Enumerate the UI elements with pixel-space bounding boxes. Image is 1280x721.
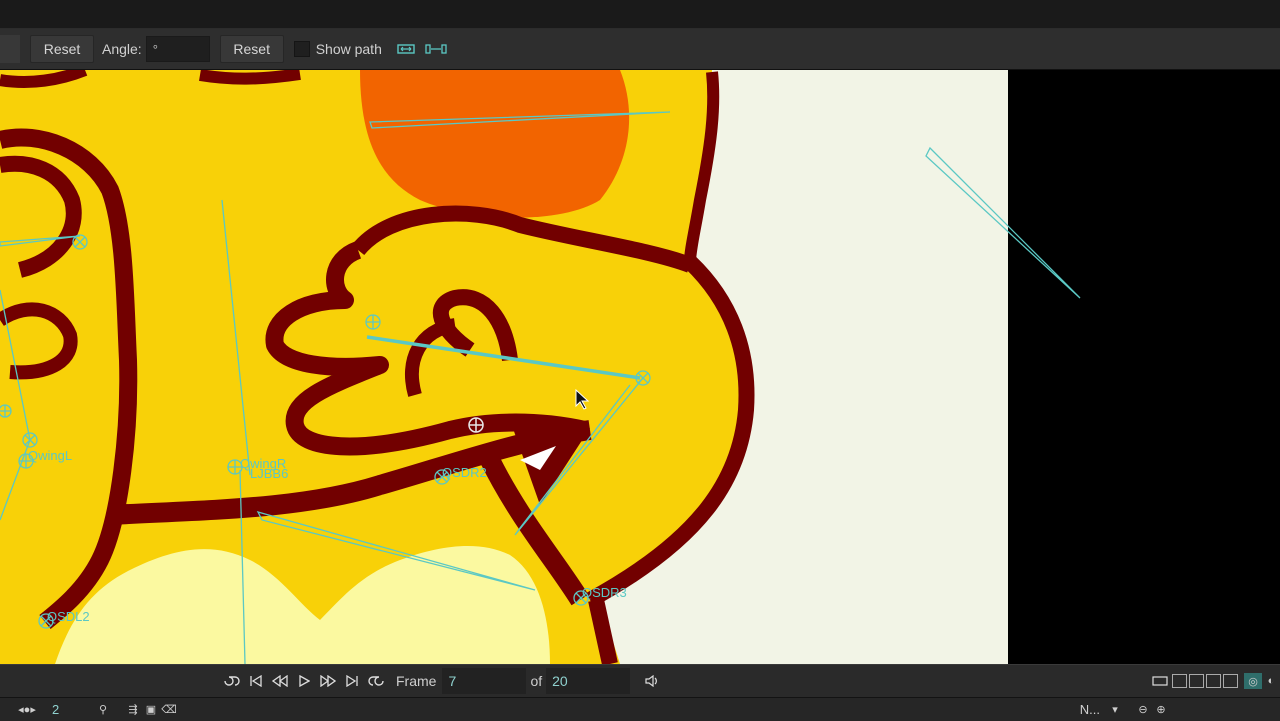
frame-label: Frame: [396, 673, 437, 689]
sound-icon[interactable]: [640, 670, 664, 692]
title-strip: [0, 0, 1280, 29]
bottom-toolbar: ◂●▸ 2 ⚲ ⇶ ▣ ⌫ N... ▾ ⊖ ⊕: [0, 697, 1280, 721]
playback-bar: Frame 7 of 20 ◎ ◐: [0, 664, 1280, 697]
bone-label-qsdr2: QSDR2: [442, 465, 487, 480]
collapsed-control[interactable]: [0, 35, 20, 63]
frame-input[interactable]: 7: [442, 668, 527, 694]
light-table-icon[interactable]: ◐: [1262, 673, 1280, 689]
first-frame-icon[interactable]: [244, 670, 268, 692]
character-artwork: QwingL QwingR LJBB6 QSDR2 QSDR3 QSDL2: [0, 70, 1280, 664]
loop-icon[interactable]: [220, 670, 244, 692]
show-path-checkbox[interactable]: [293, 41, 310, 57]
view-mode-select[interactable]: N...: [1080, 702, 1100, 717]
reset-button-2[interactable]: Reset: [219, 35, 284, 63]
quad-view-icon[interactable]: [1223, 674, 1238, 688]
bone-label-qsdl2: QSDL2: [47, 609, 90, 624]
single-view-icon[interactable]: [1172, 674, 1187, 688]
onion-count[interactable]: 2: [52, 702, 82, 717]
bone-tool-icon[interactable]: ⚲: [94, 702, 112, 718]
bone-label-ljbb6: LJBB6: [250, 466, 288, 481]
remove-key-icon[interactable]: ⌫: [160, 702, 178, 718]
path-align-icon[interactable]: [424, 38, 448, 60]
reset-button-1[interactable]: Reset: [30, 35, 94, 63]
split-view-icon[interactable]: [1189, 674, 1204, 688]
onion-skin-icon[interactable]: ◎: [1244, 673, 1262, 689]
bone-label-qwingl: QwingL: [28, 448, 72, 463]
play-icon[interactable]: [292, 670, 316, 692]
fit-path-icon[interactable]: [394, 38, 418, 60]
of-label: of: [530, 673, 543, 689]
snapshot-icon[interactable]: ▣: [142, 702, 160, 718]
zoom-in-icon[interactable]: ⊕: [1152, 702, 1170, 718]
fit-view-icon[interactable]: [1148, 670, 1172, 692]
total-frames-field: 20: [546, 668, 631, 694]
triple-view-icon[interactable]: [1206, 674, 1221, 688]
step-back-icon[interactable]: [268, 670, 292, 692]
select-points-icon[interactable]: ⇶: [124, 702, 142, 718]
bone-label-qsdr3: QSDR3: [582, 585, 627, 600]
step-forward-icon[interactable]: [316, 670, 340, 692]
tool-options-bar: Reset Angle: ° Reset Show path: [0, 29, 1280, 70]
chevron-down-icon[interactable]: ▾: [1106, 702, 1124, 718]
loop-end-icon[interactable]: [364, 670, 388, 692]
angle-input[interactable]: °: [145, 36, 210, 62]
angle-label: Angle:: [102, 41, 142, 57]
canvas-viewport[interactable]: QwingL QwingR LJBB6 QSDR2 QSDR3 QSDL2: [0, 70, 1280, 664]
last-frame-icon[interactable]: [340, 670, 364, 692]
onion-prev-next-icon[interactable]: ◂●▸: [8, 702, 46, 718]
show-path-label: Show path: [315, 41, 382, 57]
zoom-out-icon[interactable]: ⊖: [1134, 702, 1152, 718]
